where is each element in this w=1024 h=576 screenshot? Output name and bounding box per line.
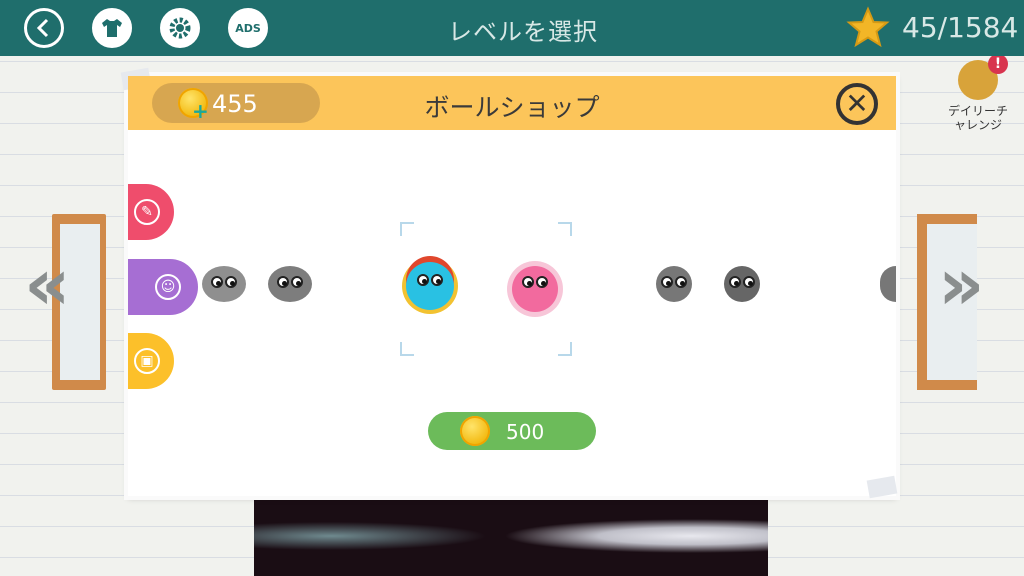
category-tab-smiley[interactable]: ☺: [128, 259, 198, 315]
ball-pool-party[interactable]: [512, 266, 558, 312]
gear-icon[interactable]: [160, 8, 200, 48]
category-tab-pen[interactable]: ✎: [128, 184, 174, 240]
buy-button[interactable]: 500: [428, 412, 596, 450]
category-tab-image[interactable]: ▣: [128, 333, 174, 389]
daily-challenge-label-2: ャレンジ: [953, 118, 1002, 132]
coin-icon: [460, 416, 490, 446]
back-icon[interactable]: [24, 8, 64, 48]
top-bar: ADS レベルを選択 45/1584: [0, 0, 1024, 56]
next-level-button[interactable]: »: [938, 248, 985, 320]
ad-banner: [254, 496, 768, 576]
ads-icon[interactable]: ADS: [228, 8, 268, 48]
daily-challenge-button[interactable]: ! デイリーチ ャレンジ: [938, 54, 1018, 132]
close-button[interactable]: ✕: [836, 83, 878, 125]
pen-icon: ✎: [134, 199, 160, 225]
prev-level-button[interactable]: «: [24, 248, 71, 320]
shirt-icon[interactable]: [92, 8, 132, 48]
ball-locked-5[interactable]: [880, 266, 896, 302]
ball-locked-4[interactable]: [724, 266, 760, 302]
selection-corner: [558, 342, 572, 356]
ball-unicorn-locked[interactable]: [202, 266, 246, 302]
star-icon: [846, 6, 890, 48]
page-title: レベルを選択: [448, 18, 598, 46]
daily-challenge-label-1: デイリーチ: [947, 104, 1008, 118]
selection-corner: [558, 222, 572, 236]
ball-unicorn-locked-2[interactable]: [268, 266, 312, 302]
ball-shop-dialog: + 455 ボールショップ ✕ ✎ ☺ ▣ 500: [120, 67, 898, 499]
selection-corner: [400, 342, 414, 356]
ball-skier-selected[interactable]: [406, 262, 454, 310]
dialog-title: ボールショップ: [424, 93, 600, 122]
image-icon: ▣: [134, 348, 160, 374]
dialog-header: + 455 ボールショップ ✕: [128, 76, 896, 130]
smiley-icon: ☺: [155, 274, 181, 300]
ball-locked-3[interactable]: [656, 266, 692, 302]
paper-curl: [866, 475, 898, 499]
buy-price: 500: [506, 420, 545, 444]
notification-badge: !: [988, 54, 1008, 74]
calendar-icon: !: [958, 54, 1008, 100]
star-score: 45/1584: [902, 11, 1019, 44]
selection-corner: [400, 222, 414, 236]
